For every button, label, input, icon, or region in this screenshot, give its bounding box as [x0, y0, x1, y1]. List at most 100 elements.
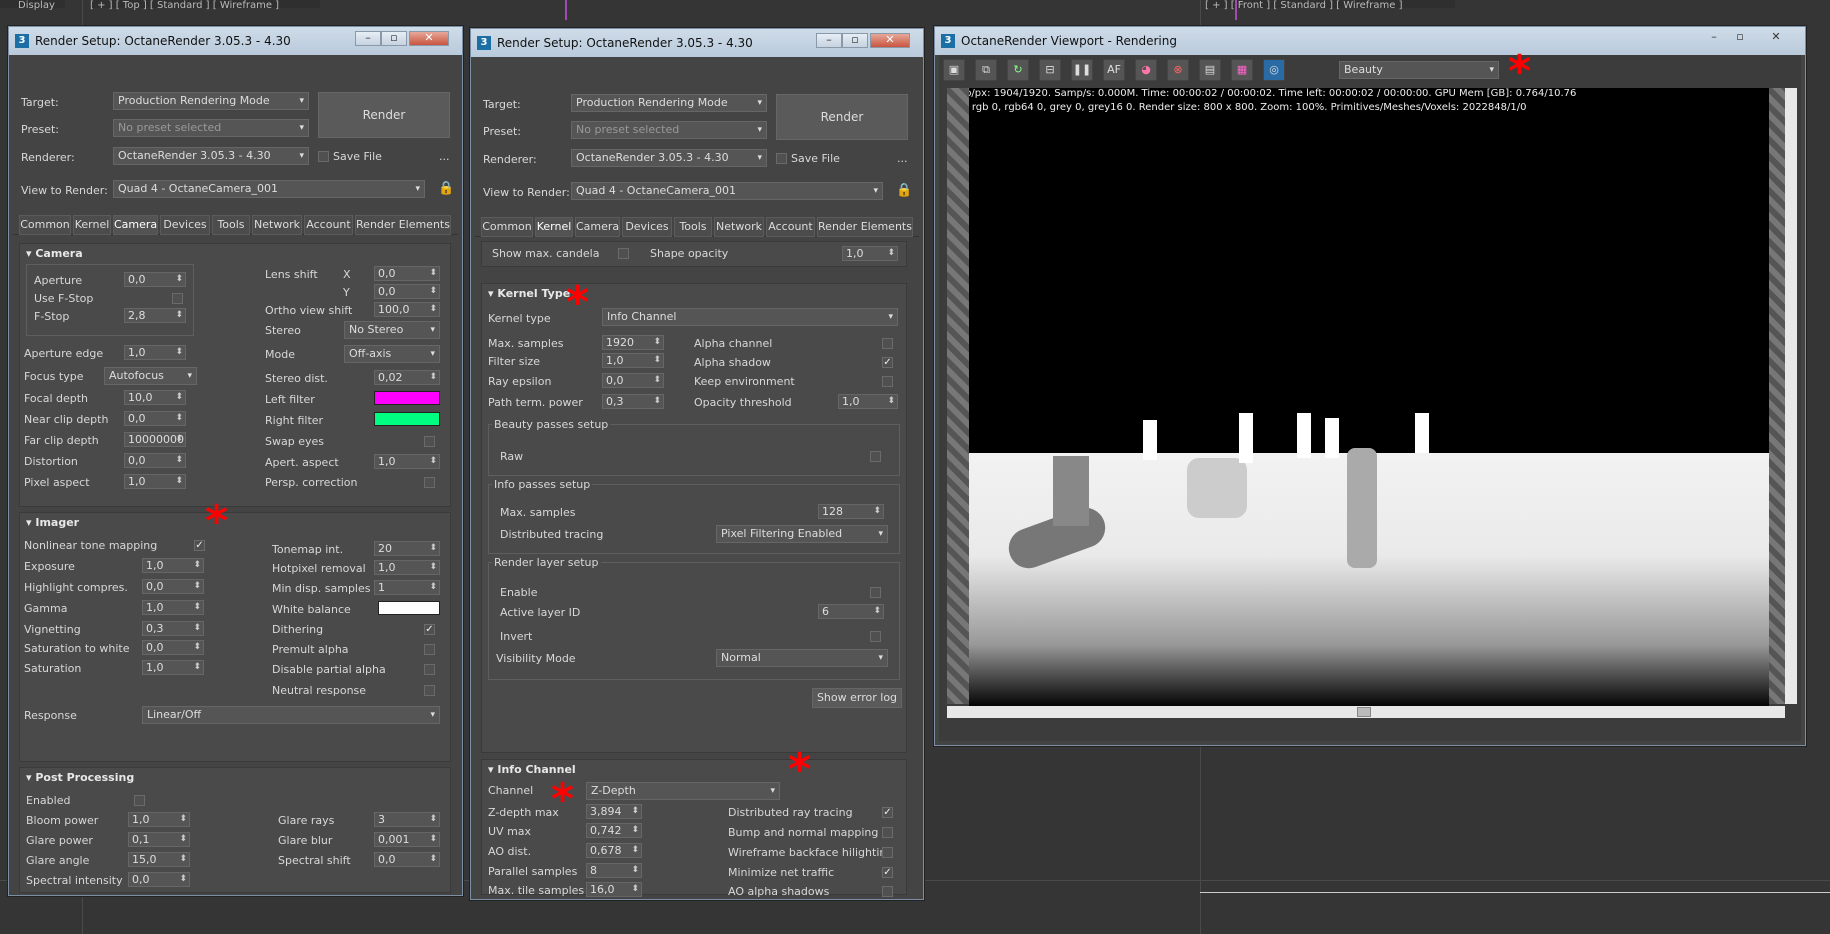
tab-account[interactable]: Account	[304, 215, 353, 235]
wireframe-backface-checkbox[interactable]	[882, 847, 893, 858]
post-processing-header[interactable]: ▾ Post Processing	[26, 771, 134, 784]
minimize-button[interactable]: –	[1701, 31, 1727, 46]
ao-dist-spinner[interactable]: 0,678	[586, 843, 642, 858]
show-error-log-button[interactable]: Show error log	[812, 688, 902, 708]
window-titlebar[interactable]: 3 Render Setup: OctaneRender 3.05.3 - 4.3…	[9, 27, 462, 55]
distortion-spinner[interactable]: 0,0	[124, 453, 186, 468]
exposure-spinner[interactable]: 1,0	[142, 558, 204, 573]
hotpixel-removal-spinner[interactable]: 1,0	[374, 560, 440, 575]
tonemap-int-spinner[interactable]: 20	[374, 541, 440, 556]
lens-shift-y-spinner[interactable]: 0,0	[374, 284, 440, 299]
renderer-dropdown[interactable]: OctaneRender 3.05.3 - 4.30	[571, 149, 767, 167]
maximize-button[interactable]: ▫	[381, 31, 407, 46]
swap-eyes-checkbox[interactable]	[424, 436, 435, 447]
restart-render-icon[interactable]: ↻	[1007, 59, 1029, 81]
tab-devices[interactable]: Devices	[160, 215, 210, 235]
tab-kernel[interactable]: Kernel	[73, 215, 111, 235]
active-layer-id-spinner[interactable]: 6	[818, 604, 884, 619]
tab-tools[interactable]: Tools	[674, 217, 712, 237]
target-dropdown[interactable]: Production Rendering Mode	[571, 94, 767, 112]
window-titlebar[interactable]: 3 OctaneRender Viewport - Rendering – ▫ ✕	[935, 27, 1805, 55]
pixel-aspect-spinner[interactable]: 1,0	[124, 474, 186, 489]
right-filter-color-swatch[interactable]	[374, 412, 440, 426]
horizontal-scroll-thumb[interactable]	[1357, 707, 1371, 717]
alpha-channel-checkbox[interactable]	[882, 338, 893, 349]
horizontal-scrollbar[interactable]	[947, 706, 1785, 718]
camera-lock-icon[interactable]: ◎	[1263, 59, 1285, 81]
tab-tools[interactable]: Tools	[212, 215, 250, 235]
min-disp-samples-spinner[interactable]: 1	[374, 580, 440, 595]
invert-checkbox[interactable]	[870, 631, 881, 642]
distributed-ray-tracing-checkbox[interactable]: ✓	[882, 807, 893, 818]
minimize-button[interactable]: –	[355, 31, 381, 46]
disable-partial-alpha-checkbox[interactable]	[424, 664, 435, 675]
maximize-button[interactable]: ▫	[1727, 31, 1753, 46]
z-depth-max-spinner[interactable]: 3,894	[586, 804, 642, 819]
distributed-tracing-dropdown[interactable]: Pixel Filtering Enabled	[716, 525, 888, 543]
left-filter-color-swatch[interactable]	[374, 391, 440, 405]
saturation-to-white-spinner[interactable]: 0,0	[142, 640, 204, 655]
use-fstop-checkbox[interactable]	[172, 293, 183, 304]
tab-common[interactable]: Common	[481, 217, 533, 237]
tab-kernel[interactable]: Kernel	[535, 217, 573, 237]
white-balance-color-swatch[interactable]	[378, 601, 440, 615]
max-samples-spinner[interactable]: 1920	[602, 335, 664, 350]
dithering-checkbox[interactable]: ✓	[424, 624, 435, 635]
material-picker-icon[interactable]: ⊗	[1167, 59, 1189, 81]
glare-blur-spinner[interactable]: 0,001	[374, 832, 440, 847]
tab-common[interactable]: Common	[19, 215, 71, 235]
close-button[interactable]: ✕	[409, 31, 449, 46]
front-viewport-label[interactable]: [ + ] [ Front ] [ Standard ] [ Wireframe…	[1205, 0, 1455, 11]
save-image-icon[interactable]: ▣	[943, 59, 965, 81]
path-term-power-spinner[interactable]: 0,3	[602, 394, 664, 409]
stereo-dist-spinner[interactable]: 0,02	[374, 370, 440, 385]
shape-opacity-spinner[interactable]: 1,0	[842, 246, 898, 261]
aperture-edge-spinner[interactable]: 1,0	[124, 345, 186, 360]
persp-correction-checkbox[interactable]	[424, 477, 435, 488]
premult-alpha-checkbox[interactable]	[424, 644, 435, 655]
save-file-checkbox[interactable]	[776, 153, 787, 164]
render-button[interactable]: Render	[318, 92, 450, 138]
tab-render-elements[interactable]: Render Elements	[355, 215, 451, 235]
ao-alpha-shadows-checkbox[interactable]	[882, 886, 893, 897]
mode-dropdown[interactable]: Off-axis	[344, 345, 440, 363]
response-dropdown[interactable]: Linear/Off	[142, 706, 440, 724]
imager-header[interactable]: ▾ Imager	[26, 516, 79, 529]
layer-enable-checkbox[interactable]	[870, 587, 881, 598]
opacity-threshold-spinner[interactable]: 1,0	[838, 394, 898, 409]
tab-camera[interactable]: Camera	[113, 215, 158, 235]
region-render-icon[interactable]: ▤	[1199, 59, 1221, 81]
show-max-candela-checkbox[interactable]	[618, 248, 629, 259]
preset-dropdown[interactable]: No preset selected	[113, 119, 309, 137]
bloom-power-spinner[interactable]: 1,0	[128, 812, 190, 827]
tab-camera[interactable]: Camera	[575, 217, 620, 237]
tab-account[interactable]: Account	[766, 217, 815, 237]
far-clip-spinner[interactable]: 10000000	[124, 432, 186, 447]
bump-normal-mapping-checkbox[interactable]	[882, 827, 893, 838]
pause-icon[interactable]: ❚❚	[1071, 59, 1093, 81]
tab-devices[interactable]: Devices	[622, 217, 672, 237]
lock-icon[interactable]: 🔒	[438, 181, 454, 196]
post-enabled-checkbox[interactable]	[134, 795, 145, 806]
alpha-shadow-checkbox[interactable]: ✓	[882, 357, 893, 368]
tab-network[interactable]: Network	[252, 215, 302, 235]
tab-render-elements[interactable]: Render Elements	[817, 217, 913, 237]
max-tile-samples-spinner[interactable]: 16,0	[586, 882, 642, 897]
keep-environment-checkbox[interactable]	[882, 376, 893, 387]
fstop-spinner[interactable]: 2,8	[124, 308, 186, 323]
color-picker-icon[interactable]: ◕	[1135, 59, 1157, 81]
stereo-dropdown[interactable]: No Stereo	[344, 321, 440, 339]
display-label[interactable]: Display	[0, 0, 65, 11]
uv-max-spinner[interactable]: 0,742	[586, 823, 642, 838]
glare-rays-spinner[interactable]: 3	[374, 812, 440, 827]
lock-icon[interactable]: 🔒	[896, 183, 912, 198]
kernel-type-header[interactable]: ▾ Kernel Type	[488, 287, 570, 300]
render-pass-dropdown[interactable]: Beauty	[1339, 61, 1499, 79]
apert-aspect-spinner[interactable]: 1,0	[374, 454, 440, 469]
more-button[interactable]: ...	[439, 150, 450, 163]
render-canvas[interactable]: Smp/px: 1904/1920. Samp/s: 0.000M. Time:…	[947, 88, 1785, 708]
spectral-shift-spinner[interactable]: 0,0	[374, 852, 440, 867]
minimize-button[interactable]: –	[816, 33, 842, 48]
minimize-net-traffic-checkbox[interactable]: ✓	[882, 867, 893, 878]
tab-network[interactable]: Network	[714, 217, 764, 237]
